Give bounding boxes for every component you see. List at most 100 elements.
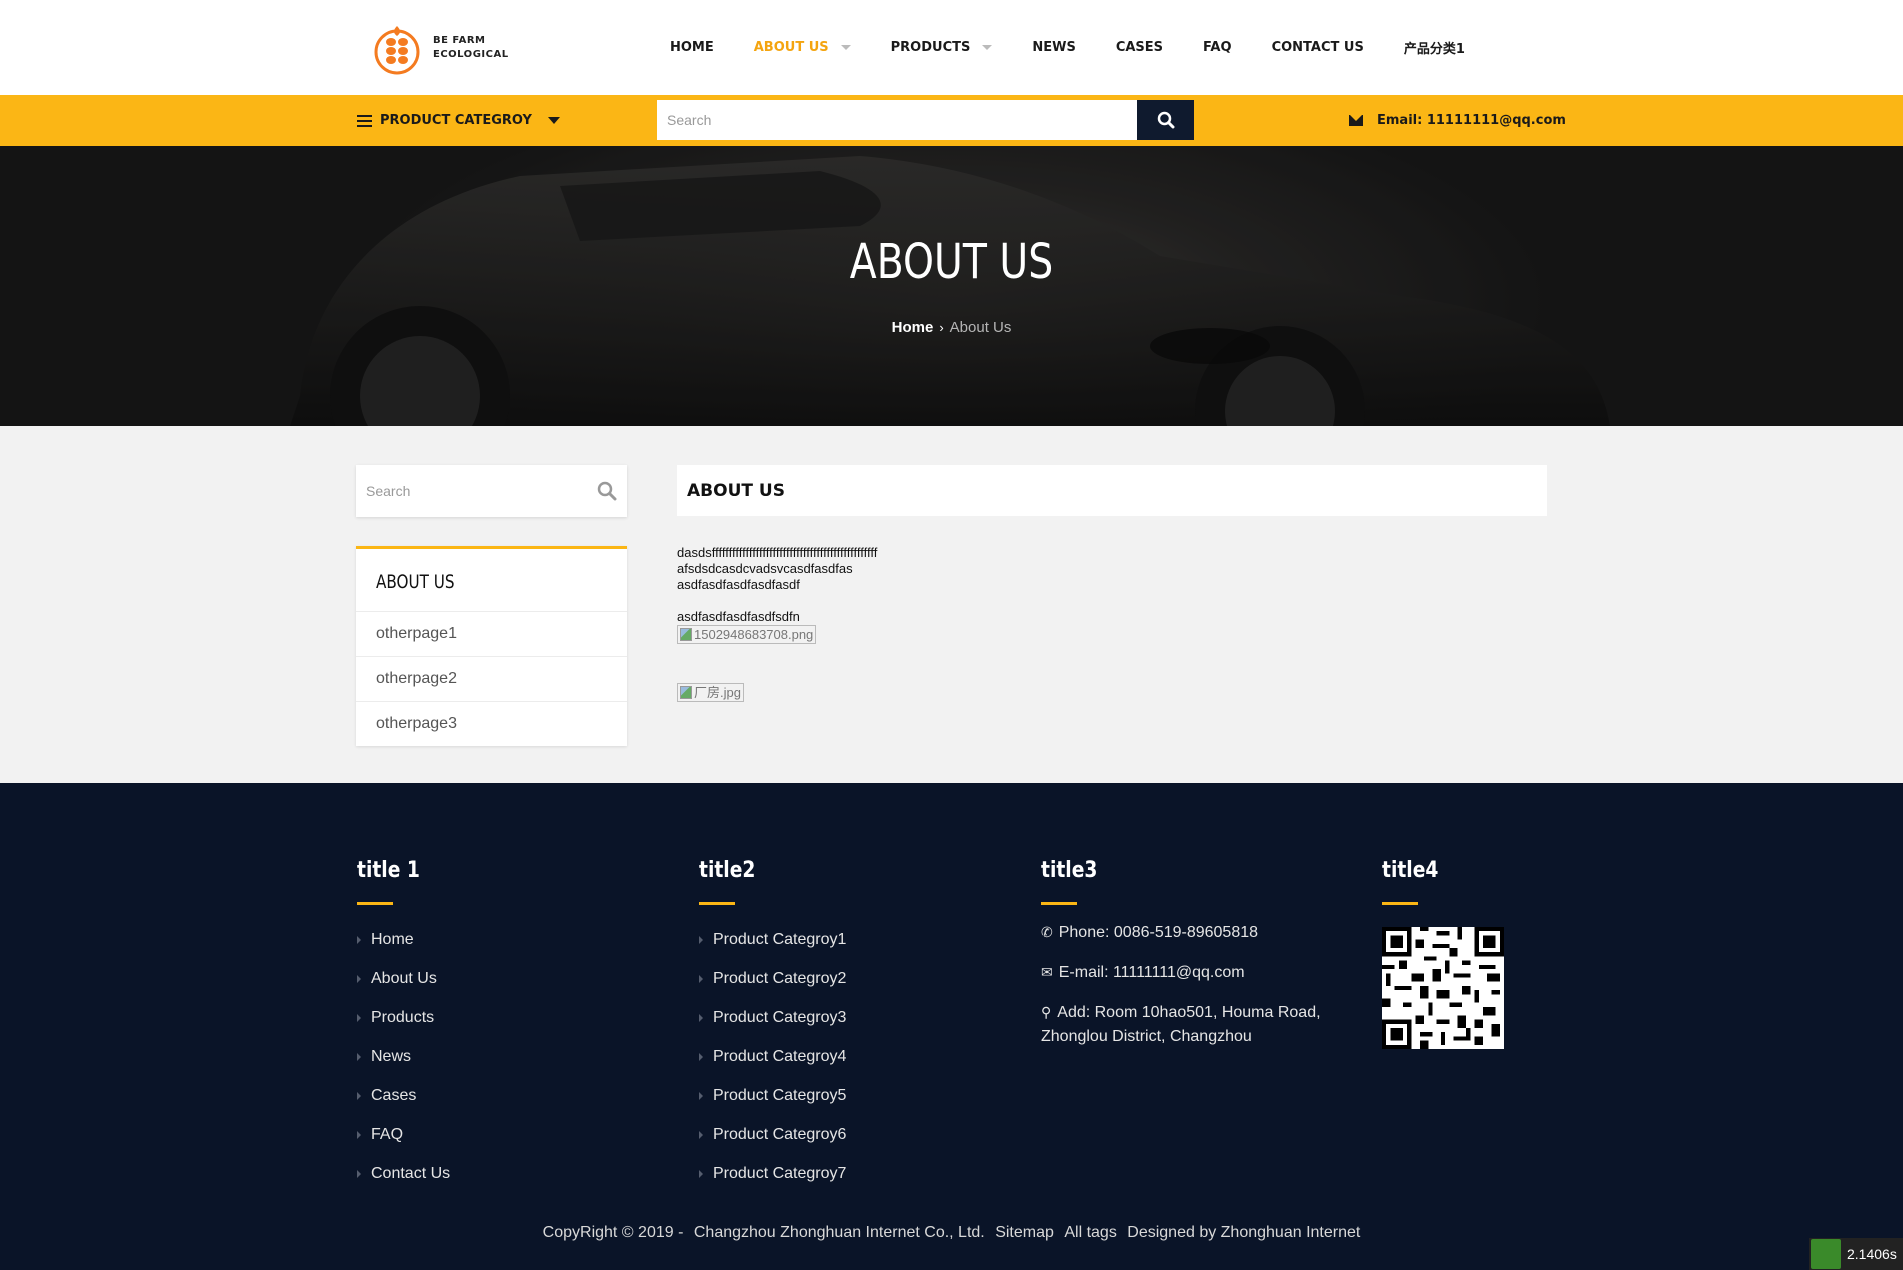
chevron-down-icon [982, 45, 993, 50]
footer-contact-info: ✆ Phone: 0086-519-89605818 ✉ E-mail: 11111… [1041, 920, 1331, 1064]
sidebar-search-input[interactable] [356, 465, 576, 517]
site-header: BE FARM ECOLOGICAL HOME ABOUT US PRODUCT… [0, 0, 1903, 95]
footer-link-category-6[interactable]: Product Categroy6 [699, 1115, 846, 1154]
footer-link-category-3[interactable]: Product Categroy3 [699, 998, 846, 1037]
sidebar-item-otherpage3[interactable]: otherpage3 [356, 701, 627, 746]
caret-right-icon [357, 935, 361, 944]
header-email[interactable]: Email: 11111111@qq.com [1349, 95, 1566, 146]
footer-link-label: About Us [371, 969, 437, 987]
copyright-text: CopyRight © 2019 - [542, 1224, 684, 1241]
product-category-dropdown[interactable]: PRODUCT CATEGROY [357, 95, 560, 146]
breadcrumb-current: About Us [949, 319, 1012, 336]
caret-right-icon [357, 1130, 361, 1139]
caret-right-icon [699, 1013, 703, 1022]
content-line: asdfasdfasdfasdfasdf [677, 577, 800, 592]
footer-link-about-us[interactable]: About Us [357, 959, 450, 998]
site-logo[interactable]: BE FARM ECOLOGICAL [357, 12, 532, 84]
footer-links-2: Product Categroy1 Product Categroy2 Prod… [699, 920, 846, 1193]
footer-link-category-5[interactable]: Product Categroy5 [699, 1076, 846, 1115]
footer-title-underline [1041, 902, 1077, 905]
nav-product-category-1[interactable]: 产品分类1 [1384, 38, 1485, 57]
content-body: dasdsfffffffffffffffffffffffffffffffffff… [677, 545, 877, 703]
broken-image-icon [680, 686, 692, 699]
nav-about-us-label: ABOUT US [753, 40, 829, 55]
footer-link-category-1[interactable]: Product Categroy1 [699, 920, 846, 959]
caret-right-icon [357, 1169, 361, 1178]
footer-phone-text: Phone: 0086-519-89605818 [1058, 924, 1259, 941]
envelope-icon [1349, 115, 1363, 126]
nav-news[interactable]: NEWS [1012, 40, 1095, 55]
copyright-bar: CopyRight © 2019 - Changzhou Zhonghuan I… [0, 1224, 1903, 1242]
footer-title-underline [699, 902, 735, 905]
sidebar-menu: ABOUT US otherpage1 otherpage2 otherpage… [356, 546, 627, 746]
all-tags-link[interactable]: All tags [1064, 1224, 1116, 1241]
nav-products[interactable]: PRODUCTS [871, 40, 1013, 55]
top-search-button[interactable] [1137, 100, 1194, 140]
nav-products-label: PRODUCTS [890, 40, 971, 55]
footer-link-label: Product Categroy3 [713, 1008, 847, 1026]
footer-link-category-7[interactable]: Product Categroy7 [699, 1154, 846, 1193]
map-marker-icon: ⚲ [1041, 1004, 1052, 1020]
wheat-logo-icon [373, 20, 421, 76]
footer-link-label: Product Categroy5 [713, 1086, 847, 1104]
caret-right-icon [357, 974, 361, 983]
breadcrumb: Home › About Us [0, 319, 1903, 336]
nav-contact-us[interactable]: CONTACT US [1252, 40, 1384, 55]
product-category-label: PRODUCT CATEGROY [380, 113, 532, 128]
nav-home-label: HOME [670, 40, 714, 55]
footer-link-faq[interactable]: FAQ [357, 1115, 450, 1154]
nav-cases-label: CASES [1115, 40, 1164, 55]
sitemap-link[interactable]: Sitemap [995, 1224, 1054, 1241]
sidebar-item-otherpage1[interactable]: otherpage1 [356, 611, 627, 656]
broken-image-2: 厂房.jpg [677, 683, 744, 702]
page-title: ABOUT US [849, 234, 1054, 290]
caret-right-icon [699, 1169, 703, 1178]
nav-news-label: NEWS [1032, 40, 1076, 55]
envelope-icon: ✉ [1041, 964, 1053, 980]
footer-link-news[interactable]: News [357, 1037, 450, 1076]
search-icon [1157, 111, 1174, 129]
breadcrumb-home[interactable]: Home [892, 319, 934, 336]
footer-link-label: Product Categroy2 [713, 969, 847, 987]
image-alt-text: 厂房.jpg [694, 684, 741, 700]
chevron-down-icon [840, 45, 851, 50]
page-banner: ABOUT US Home › About Us [0, 146, 1903, 426]
nav-about-us[interactable]: ABOUT US [734, 40, 871, 55]
nav-faq[interactable]: FAQ [1183, 40, 1252, 55]
nav-contact-us-label: CONTACT US [1271, 40, 1364, 55]
qr-code-image [1382, 927, 1504, 1049]
footer-link-category-4[interactable]: Product Categroy4 [699, 1037, 846, 1076]
logo-text: BE FARM ECOLOGICAL [433, 34, 509, 62]
footer-link-contact-us[interactable]: Contact Us [357, 1154, 450, 1193]
caret-right-icon [357, 1013, 361, 1022]
image-alt-text: 1502948683708.png [694, 626, 814, 642]
site-footer: title 1 Home About Us Products News Case… [0, 783, 1903, 1270]
header-email-text: Email: 11111111@qq.com [1377, 113, 1566, 128]
footer-link-products[interactable]: Products [357, 998, 450, 1037]
footer-link-home[interactable]: Home [357, 920, 450, 959]
nav-faq-label: FAQ [1203, 40, 1232, 55]
footer-links-1: Home About Us Products News Cases FAQ Co… [357, 920, 450, 1193]
footer-link-cases[interactable]: Cases [357, 1076, 450, 1115]
sidebar-search [356, 465, 627, 517]
logo-line-1: BE FARM [433, 35, 486, 46]
footer-link-label: Product Categroy6 [713, 1125, 847, 1143]
footer-title-underline [1382, 902, 1418, 905]
footer-email-text: E-mail: 11111111@qq.com [1058, 964, 1245, 981]
nav-home[interactable]: HOME [650, 40, 734, 55]
nav-cases[interactable]: CASES [1096, 40, 1183, 55]
designed-by-link[interactable]: Designed by Zhonghuan Internet [1127, 1224, 1360, 1241]
caret-down-icon [547, 117, 560, 124]
broken-image-1: 1502948683708.png [677, 625, 817, 644]
footer-link-category-2[interactable]: Product Categroy2 [699, 959, 846, 998]
performance-badge: 2.1406s [1809, 1238, 1903, 1270]
footer-title-2: title2 [699, 858, 756, 883]
phone-icon: ✆ [1041, 924, 1053, 940]
search-icon[interactable] [597, 481, 617, 501]
footer-email[interactable]: ✉ E-mail: 11111111@qq.com [1041, 960, 1331, 985]
main-nav: HOME ABOUT US PRODUCTS NEWS CASES FAQ CO… [650, 0, 1485, 95]
footer-address: ⚲ Add: Room 10hao501, Houma Road, Zhonglo… [1041, 1000, 1331, 1049]
sidebar-item-otherpage2[interactable]: otherpage2 [356, 656, 627, 701]
company-link[interactable]: Changzhou Zhonghuan Internet Co., Ltd. [694, 1224, 985, 1241]
top-search-input[interactable] [657, 100, 1137, 140]
